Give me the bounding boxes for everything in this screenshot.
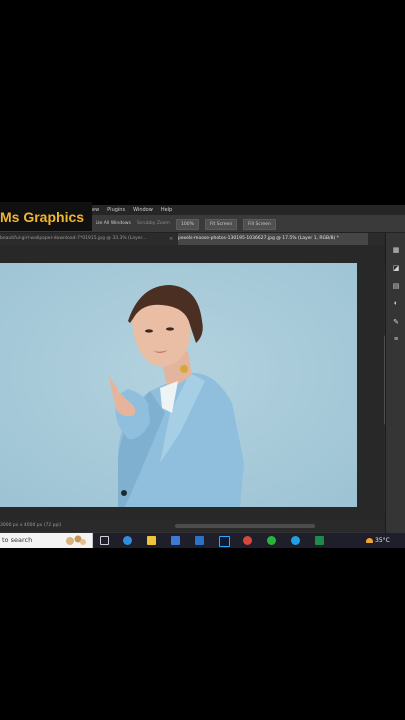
menu-window[interactable]: Window — [133, 207, 153, 213]
paths-icon[interactable]: ✎ — [391, 317, 401, 326]
channel-logo-text: Ms Graphics — [0, 208, 85, 225]
resize-all-windows-option[interactable]: ize All Windows — [92, 219, 135, 228]
chrome-icon[interactable] — [243, 536, 252, 545]
menu-plugins[interactable]: Plugins — [107, 207, 125, 213]
weather-temperature: 35°C — [375, 537, 390, 544]
channel-logo-overlay: Ms Graphics — [0, 202, 92, 231]
weather-widget[interactable]: 35°C — [366, 533, 390, 548]
properties-icon[interactable]: ▦ — [391, 245, 401, 254]
document-info[interactable]: 3000 px x 4000 px (72 ppi) — [0, 520, 61, 532]
layers-icon[interactable]: ▤ — [391, 281, 401, 290]
mail-icon[interactable] — [195, 536, 204, 545]
woman-portrait-image — [0, 263, 357, 507]
file-explorer-icon[interactable] — [147, 536, 156, 545]
menu-help[interactable]: Help — [161, 207, 172, 213]
excel-icon[interactable] — [315, 536, 324, 545]
scrubby-zoom-option[interactable]: Scrubby Zoom — [133, 219, 174, 228]
whatsapp-icon[interactable] — [267, 536, 276, 545]
right-tool-panel: ▦ ◪ ▤ ◐ ✎ ≡ — [385, 233, 405, 533]
taskbar-search-box[interactable]: to search — [0, 533, 93, 548]
history-icon[interactable]: ≡ — [391, 335, 401, 344]
horizontal-scrollbar[interactable] — [175, 524, 315, 528]
fill-screen-button[interactable]: Fill Screen — [243, 219, 276, 230]
weather-sun-icon — [366, 538, 373, 543]
store-icon[interactable] — [171, 536, 180, 545]
menu-view[interactable]: ew — [92, 207, 99, 213]
adjustments-icon[interactable]: ◪ — [391, 263, 401, 272]
photoshop-icon[interactable] — [219, 536, 230, 547]
document-tabs: beautiful-girl-wallpaper-download-7*0191… — [0, 233, 385, 246]
search-highlight-icon — [66, 535, 86, 545]
workspace — [0, 245, 385, 520]
fit-screen-button[interactable]: Fit Screen — [205, 219, 238, 230]
task-view-icon[interactable] — [100, 536, 109, 545]
close-icon[interactable]: × — [169, 233, 173, 245]
tab-beautiful-girl[interactable]: beautiful-girl-wallpaper-download-7*0191… — [0, 233, 170, 245]
channels-icon[interactable]: ◐ — [391, 299, 401, 308]
status-bar: 3000 px x 4000 px (72 ppi) — [0, 520, 385, 532]
photoshop-window: ew Plugins Window Help ize All Windows S… — [0, 205, 405, 535]
zoom-100-button[interactable]: 100% — [176, 219, 199, 230]
canvas-image[interactable] — [0, 263, 357, 507]
search-placeholder: to search — [2, 536, 33, 544]
edge-icon[interactable] — [123, 536, 132, 545]
windows-taskbar: to search 35°C — [0, 533, 405, 548]
skype-icon[interactable] — [291, 536, 300, 545]
